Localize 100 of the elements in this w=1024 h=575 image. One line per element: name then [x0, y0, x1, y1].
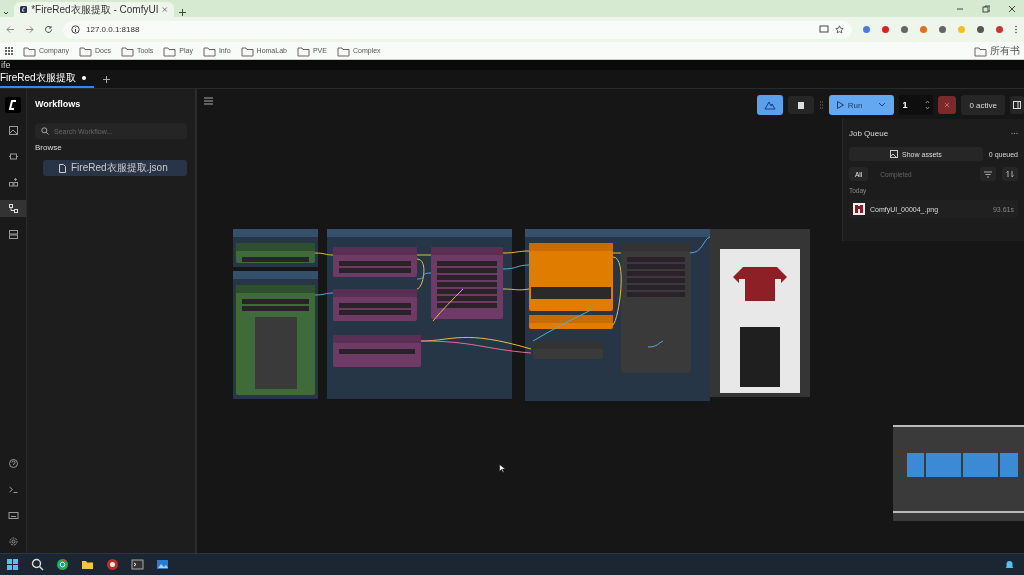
panel-title: Job Queue	[849, 128, 890, 138]
photos-icon[interactable]	[156, 558, 169, 571]
graph-node[interactable]	[621, 243, 691, 373]
plus-icon[interactable]	[101, 74, 111, 84]
minimap-drawing[interactable]	[893, 425, 1024, 521]
panel-icon	[1013, 101, 1021, 109]
reload-icon[interactable]	[44, 25, 53, 34]
address-field[interactable]: 127.0.0.1:8188	[63, 20, 852, 39]
workflow-icon	[7, 203, 19, 214]
comfyui-logo-icon	[20, 5, 28, 14]
browser-icon[interactable]	[106, 558, 119, 571]
graph-node[interactable]	[710, 229, 810, 397]
clear-queue-button[interactable]	[938, 96, 957, 114]
folder-icon	[78, 44, 92, 57]
menu-icon[interactable]	[204, 97, 213, 105]
logo-toggle-button[interactable]	[756, 95, 783, 115]
connection-wire	[314, 252, 334, 256]
node-group[interactable]	[327, 229, 512, 399]
cube-icon	[7, 151, 19, 162]
node-group[interactable]	[233, 271, 318, 399]
connection-wire	[689, 236, 711, 254]
url-text: 127.0.0.1:8188	[86, 25, 140, 34]
template-icon	[7, 229, 19, 240]
cursor-icon	[499, 464, 505, 473]
terminal-icon[interactable]	[131, 558, 144, 571]
graph-node[interactable]	[431, 247, 503, 319]
info-icon	[71, 25, 80, 34]
folder-icon	[120, 44, 134, 57]
section-label: Browse	[35, 143, 63, 152]
chevron-down-icon	[878, 102, 887, 108]
stepper-icon	[925, 99, 931, 111]
filter-button[interactable]	[980, 167, 996, 181]
play-icon	[836, 101, 844, 109]
node-group[interactable]	[525, 229, 710, 401]
batch-count-field[interactable]: 1	[899, 95, 934, 115]
graph-node[interactable]	[529, 243, 613, 311]
connection-wire	[612, 252, 622, 254]
search-icon	[41, 127, 49, 135]
browser-tab[interactable]: *FireRed衣服提取 - ComfyUI	[14, 2, 174, 17]
bookmark[interactable]: 所有书	[974, 43, 1020, 58]
folder-icon	[974, 44, 987, 57]
workflow-file[interactable]: FireRed衣服提取.json	[43, 160, 187, 176]
tab-title: *FireRed衣服提取 - ComfyUI	[31, 2, 159, 17]
chevron-down-icon[interactable]	[2, 9, 10, 17]
windows-start-icon[interactable]	[6, 558, 19, 571]
connection-wire	[314, 292, 334, 296]
connection-wire	[647, 340, 664, 348]
restore-icon[interactable]	[982, 4, 990, 13]
image-icon	[890, 150, 899, 158]
tab-label: FireRed衣服提取	[0, 71, 76, 85]
folder-icon	[240, 44, 254, 57]
help-icon[interactable]	[7, 458, 19, 469]
drag-handle-icon[interactable]	[818, 100, 824, 110]
graph-node[interactable]	[236, 285, 315, 395]
folder-icon	[336, 44, 350, 57]
graph-node[interactable]	[529, 315, 613, 329]
active-jobs-button[interactable]: 0 active	[961, 95, 1005, 115]
connection-wire	[502, 264, 530, 270]
file-icon	[59, 163, 66, 173]
panel-toggle-button[interactable]	[1010, 96, 1024, 114]
sparkle-grid-icon	[7, 177, 19, 188]
settings-icon[interactable]	[7, 536, 19, 547]
star-icon[interactable]	[835, 25, 844, 34]
connection-wire	[416, 254, 432, 256]
notification-bell-icon[interactable]	[1005, 559, 1014, 570]
stop-button[interactable]	[787, 96, 814, 114]
forward-icon[interactable]	[25, 25, 34, 34]
back-icon[interactable]	[6, 25, 15, 34]
filter-icon	[984, 170, 992, 178]
graph-node[interactable]	[333, 247, 417, 277]
thumbnail-icon	[853, 203, 865, 215]
graph-node[interactable]	[333, 289, 417, 321]
image-icon	[7, 125, 19, 136]
folder-icon	[296, 44, 310, 57]
node-group[interactable]	[233, 229, 318, 267]
more-icon[interactable]	[1011, 131, 1018, 135]
connection-wire	[612, 256, 622, 326]
close-icon[interactable]	[1008, 4, 1016, 13]
search-icon[interactable]	[31, 558, 44, 571]
graph-node[interactable]	[333, 335, 421, 367]
keyboard-icon[interactable]	[7, 510, 19, 521]
graph-node[interactable]	[236, 243, 315, 263]
window-title-fragment: ife	[1, 60, 11, 70]
plus-icon[interactable]	[178, 8, 187, 17]
terminal-icon[interactable]	[7, 484, 19, 495]
sort-icon	[1006, 170, 1014, 178]
connection-wire	[432, 288, 464, 322]
apps-grid-icon[interactable]	[4, 46, 13, 55]
install-app-icon[interactable]	[819, 25, 829, 34]
sort-button[interactable]	[1002, 167, 1018, 181]
comfyui-logo-icon[interactable]	[5, 97, 21, 113]
stop-icon	[797, 101, 804, 109]
folder-icon	[202, 44, 216, 57]
close-icon	[944, 102, 951, 108]
chrome-icon[interactable]	[56, 558, 69, 571]
folder-icon[interactable]	[81, 558, 94, 571]
folder-icon	[23, 44, 36, 57]
graph-node[interactable]	[533, 341, 603, 359]
sidebar-tab[interactable]	[0, 200, 26, 217]
folder-icon	[163, 44, 177, 57]
